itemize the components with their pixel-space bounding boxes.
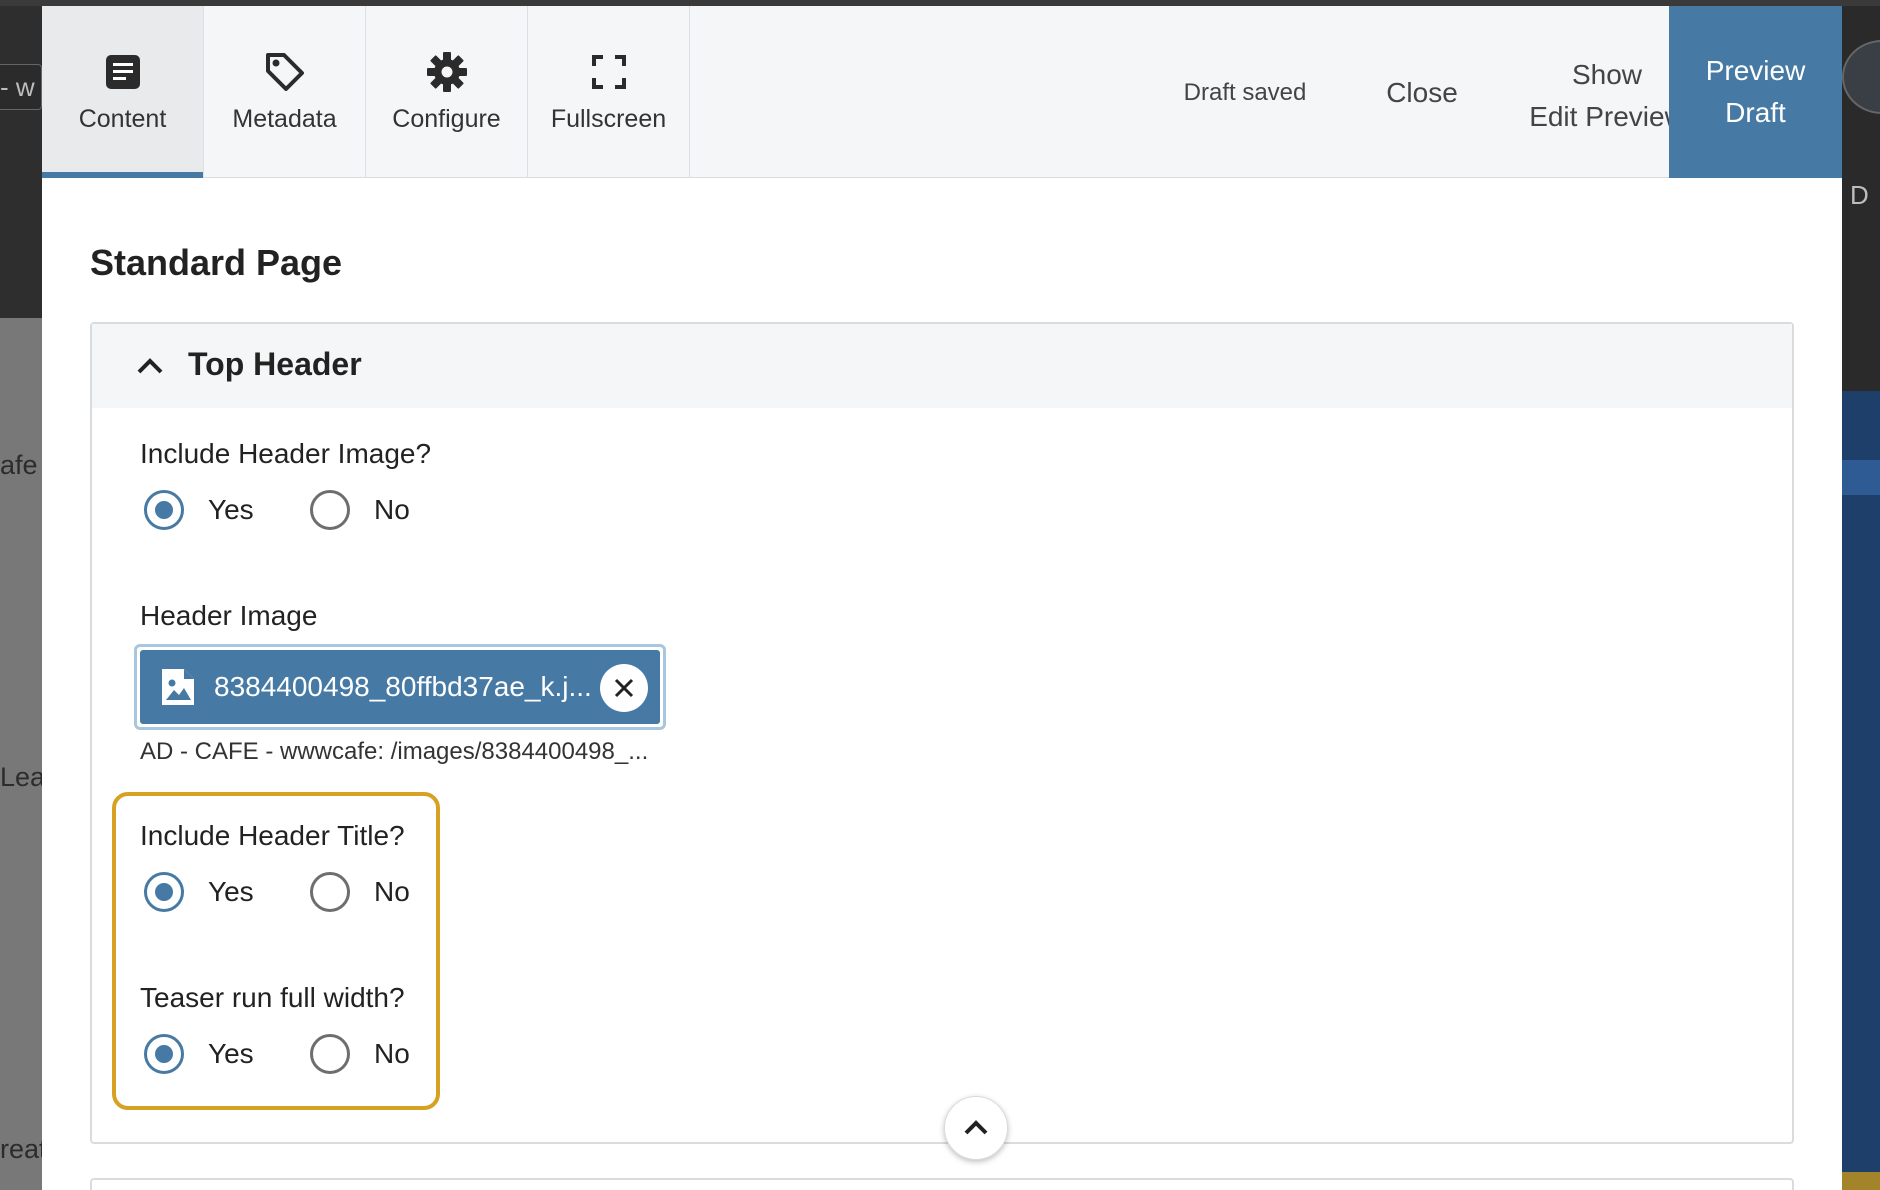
remove-image-button[interactable] [600, 664, 648, 712]
background-left-text-1: afe [0, 450, 38, 480]
tab-fullscreen-label: Fullscreen [550, 104, 667, 133]
fullscreen-icon [588, 51, 630, 93]
section-header[interactable]: Top Header [92, 324, 1792, 408]
tab-fullscreen[interactable]: Fullscreen [528, 6, 690, 178]
next-section [90, 1178, 1794, 1190]
tab-configure-label: Configure [392, 104, 501, 133]
header-image-label: Header Image [140, 600, 318, 631]
section-title: Top Header [188, 346, 362, 382]
page-title: Standard Page [90, 242, 343, 283]
background-left-dark-panel [0, 6, 42, 318]
gear-icon [426, 51, 468, 93]
background-right-text: D [1850, 180, 1869, 210]
preview-draft-line2: Draft [1725, 97, 1786, 128]
collapse-section-button[interactable] [944, 1096, 1008, 1160]
preview-draft-button[interactable]: Preview Draft [1669, 6, 1842, 178]
background-right-gold-band [1842, 1172, 1880, 1190]
include-header-title-no-radio[interactable]: No [310, 872, 410, 912]
background-right-blue-band [1842, 460, 1880, 495]
tab-metadata-label: Metadata [232, 104, 337, 133]
draft-status: Draft saved [1183, 79, 1307, 106]
radio-label-no: No [374, 1038, 410, 1069]
background-right-blue-panel [1842, 391, 1880, 1190]
tab-content-label: Content [78, 104, 167, 133]
background-left-text-3: reat [0, 1134, 47, 1164]
header-image-field: 8384400498_80ffbd37ae_k.j... [134, 644, 666, 730]
editor-modal: Content Metadata Configure Fullscreen Dr… [42, 6, 1842, 1190]
radio-indicator [310, 490, 350, 530]
include-header-title-label: Include Header Title? [140, 820, 405, 851]
teaser-full-width-no-radio[interactable]: No [310, 1034, 410, 1074]
include-header-image-no-radio[interactable]: No [310, 490, 410, 530]
radio-label-no: No [374, 876, 410, 907]
header-image-path: AD - CAFE - wwwcafe: /images/8384400498_… [140, 738, 649, 765]
include-header-image-yes-radio[interactable]: Yes [144, 490, 254, 530]
preview-draft-line1: Preview [1705, 55, 1806, 86]
chevron-up-icon [137, 358, 163, 374]
radio-indicator [144, 1034, 184, 1074]
include-header-title-yes-radio[interactable]: Yes [144, 872, 254, 912]
header-image-filename: 8384400498_80ffbd37ae_k.j... [214, 671, 592, 702]
teaser-full-width-yes-radio[interactable]: Yes [144, 1034, 254, 1074]
chevron-up-icon [964, 1120, 988, 1135]
tab-content[interactable]: Content [42, 6, 204, 178]
image-file-icon [162, 669, 194, 705]
tag-icon [264, 51, 306, 93]
tab-metadata[interactable]: Metadata [204, 6, 366, 178]
background-left-text-2: Lea [0, 762, 46, 792]
close-icon [614, 678, 634, 698]
radio-label-no: No [374, 494, 410, 525]
radio-label-yes: Yes [208, 1038, 254, 1069]
radio-indicator [144, 490, 184, 530]
radio-indicator [144, 872, 184, 912]
include-header-image-label: Include Header Image? [140, 438, 432, 469]
header-image-chip[interactable]: 8384400498_80ffbd37ae_k.j... [140, 650, 660, 724]
tab-configure[interactable]: Configure [366, 6, 528, 178]
document-icon [102, 51, 144, 93]
radio-label-yes: Yes [208, 876, 254, 907]
background-left-input-text: - w [0, 72, 35, 102]
editor-toolbar: Content Metadata Configure Fullscreen Dr… [42, 6, 1842, 178]
radio-label-yes: Yes [208, 494, 254, 525]
radio-indicator [310, 1034, 350, 1074]
teaser-full-width-label: Teaser run full width? [140, 982, 405, 1013]
radio-indicator [310, 872, 350, 912]
